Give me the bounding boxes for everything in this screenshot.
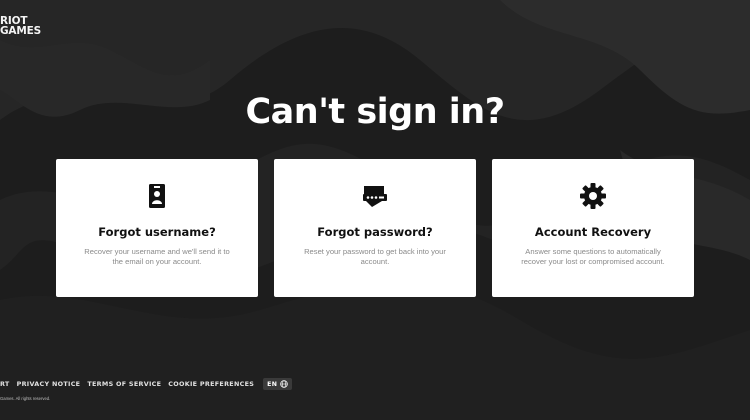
password-key-icon: [358, 181, 392, 211]
footer-link-terms-of-service[interactable]: TERMS OF SERVICE: [87, 380, 161, 388]
language-label: EN: [267, 380, 278, 388]
language-selector[interactable]: EN: [263, 378, 293, 390]
copyright-text: Games. All rights reserved.: [0, 396, 51, 401]
id-badge-icon: [140, 181, 174, 211]
footer-link-privacy-notice[interactable]: PRIVACY NOTICE: [17, 380, 81, 388]
footer-link-support[interactable]: RT: [0, 380, 10, 388]
card-title: Account Recovery: [534, 225, 652, 239]
recovery-options: Forgot username? Recover your username a…: [56, 159, 694, 297]
account-recovery-card[interactable]: Account Recovery Answer some questions t…: [492, 159, 694, 297]
footer-link-cookie-preferences[interactable]: COOKIE PREFERENCES: [168, 380, 254, 388]
forgot-password-card[interactable]: Forgot password? Reset your password to …: [274, 159, 476, 297]
card-description: Reset your password to get back into you…: [304, 247, 446, 266]
globe-icon: [280, 380, 288, 388]
forgot-username-card[interactable]: Forgot username? Recover your username a…: [56, 159, 258, 297]
card-title: Forgot username?: [98, 225, 216, 239]
gear-icon: [576, 181, 610, 211]
page-title: Can't sign in?: [245, 92, 505, 132]
logo-line-2: GAMES: [0, 24, 41, 37]
footer-links: RT PRIVACY NOTICE TERMS OF SERVICE COOKI…: [0, 378, 293, 390]
riot-games-logo[interactable]: RIOT GAMES: [0, 16, 41, 37]
card-description: Answer some questions to automatically r…: [521, 247, 665, 266]
card-description: Recover your username and we'll send it …: [84, 247, 230, 266]
card-title: Forgot password?: [317, 225, 433, 239]
